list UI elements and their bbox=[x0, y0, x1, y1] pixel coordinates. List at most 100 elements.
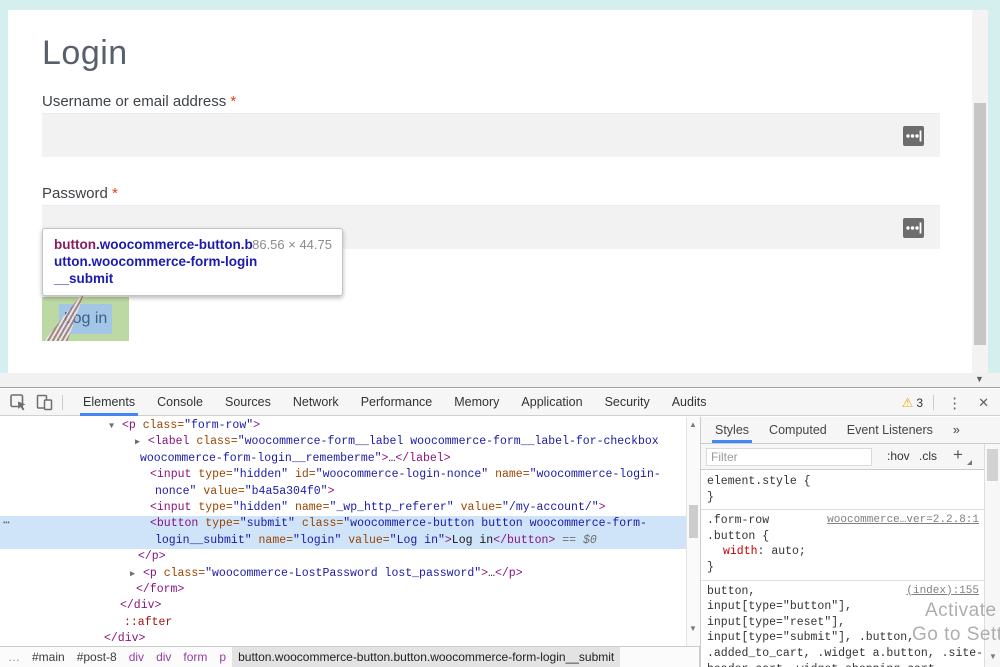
scrollbar-thumb[interactable] bbox=[974, 103, 986, 345]
css-selector-line[interactable]: input[type="button"], bbox=[707, 599, 981, 615]
device-toolbar-icon[interactable] bbox=[35, 393, 54, 412]
breadcrumb-item[interactable]: … bbox=[0, 647, 26, 667]
page-vertical-scrollbar[interactable] bbox=[972, 10, 988, 373]
devtools-tab-memory[interactable]: Memory bbox=[443, 389, 510, 416]
css-selector-line[interactable]: } bbox=[707, 560, 981, 576]
required-asterisk: * bbox=[230, 93, 236, 110]
autofill-icon[interactable] bbox=[903, 126, 924, 146]
breadcrumb-item[interactable]: #post-8 bbox=[71, 647, 123, 667]
tooltip-selector: button.woocommerce-button.button.woocomm… bbox=[54, 236, 260, 287]
sidebar-tab-event-listeners[interactable]: Event Listeners bbox=[837, 417, 943, 443]
code-segment: "woocommerce-login-nonce" bbox=[316, 468, 489, 481]
code-segment: > bbox=[328, 485, 335, 498]
code-segment: type= bbox=[198, 517, 239, 530]
code-segment: == $0 bbox=[555, 534, 596, 547]
elements-tree: ▼<p class="form-row">▶<label class="wooc… bbox=[0, 418, 686, 646]
devtools-tab-security[interactable]: Security bbox=[594, 389, 661, 416]
scrollbar-thumb[interactable] bbox=[689, 505, 698, 538]
styles-sidebar: StylesComputedEvent Listeners» :hov .cls… bbox=[700, 417, 1000, 667]
dom-tree-row[interactable]: login__submit" name="login" value="Log i… bbox=[0, 533, 686, 549]
scrollbar-down-icon[interactable]: ▼ bbox=[975, 374, 984, 384]
code-segment: "submit" bbox=[240, 517, 295, 530]
devtools-tab-elements[interactable]: Elements bbox=[72, 389, 146, 416]
dom-tree-row[interactable]: </form> bbox=[0, 582, 686, 598]
css-selector-line[interactable]: .form-rowwoocommerce…ver=2.2.8:1 bbox=[707, 513, 981, 529]
css-selector-line[interactable]: input[type="reset"], bbox=[707, 615, 981, 631]
css-selector-line[interactable]: header-cart .widget_shopping_cart bbox=[707, 662, 981, 667]
css-selector-line[interactable]: element.style { bbox=[707, 474, 981, 490]
inspect-element-icon[interactable] bbox=[9, 393, 28, 412]
devtools-menu-icon[interactable]: ⋮ bbox=[944, 394, 965, 412]
warning-indicator[interactable]: ⚠ 3 bbox=[902, 395, 923, 411]
dom-tree-row[interactable]: </div> bbox=[0, 631, 686, 646]
css-selector-line[interactable]: button,(index):155 bbox=[707, 584, 981, 600]
dom-tree-row[interactable]: woocommerce-form-login__rememberme">…</l… bbox=[0, 451, 686, 467]
code-segment: value= bbox=[196, 485, 244, 498]
disclosure-arrow-icon[interactable]: ▶ bbox=[135, 434, 140, 450]
scroll-down-icon[interactable]: ▼ bbox=[989, 652, 997, 661]
devtools-tab-application[interactable]: Application bbox=[510, 389, 593, 416]
code-segment: class= bbox=[189, 435, 237, 448]
breadcrumb-item[interactable]: div bbox=[150, 647, 177, 667]
css-selector-line[interactable]: input[type="submit"], .button, bbox=[707, 630, 981, 646]
devtools-toolbar: ElementsConsoleSourcesNetworkPerformance… bbox=[0, 389, 1000, 416]
required-asterisk: * bbox=[112, 185, 118, 202]
devtools-tab-network[interactable]: Network bbox=[282, 389, 350, 416]
devtools-tab-sources[interactable]: Sources bbox=[214, 389, 282, 416]
scroll-up-icon[interactable]: ▲ bbox=[689, 420, 697, 429]
css-selector-line[interactable]: } bbox=[707, 490, 981, 506]
code-segment: id= bbox=[288, 468, 316, 481]
devtools-close-icon[interactable]: ✕ bbox=[975, 395, 992, 411]
devtools-tab-audits[interactable]: Audits bbox=[661, 389, 718, 416]
css-selector-line[interactable]: .button { bbox=[707, 529, 981, 545]
dom-tree-row[interactable]: <input type="hidden" name="_wp_http_refe… bbox=[0, 500, 686, 516]
rule-source-link[interactable]: woocommerce…ver=2.2.8:1 bbox=[827, 513, 979, 529]
css-selector-line[interactable]: .added_to_cart, .widget a.button, .site- bbox=[707, 646, 981, 662]
breadcrumb-item[interactable]: #main bbox=[26, 647, 71, 667]
scrollbar-thumb[interactable] bbox=[987, 449, 998, 481]
breadcrumb-item[interactable]: button.woocommerce-button.button.woocomm… bbox=[232, 647, 620, 667]
rule-source-link[interactable]: (index):155 bbox=[906, 584, 979, 600]
dom-tree-row[interactable]: </div> bbox=[0, 598, 686, 614]
page-background-frame bbox=[0, 0, 1000, 10]
login-page-content: Login Username or email address * Passwo… bbox=[8, 10, 972, 373]
sidebar-overflow-icon[interactable]: » bbox=[943, 417, 970, 443]
sidebar-tab-computed[interactable]: Computed bbox=[759, 417, 837, 443]
breadcrumb-item[interactable]: p bbox=[213, 647, 232, 667]
disclosure-arrow-icon[interactable]: ▶ bbox=[130, 566, 135, 582]
devtools-tab-performance[interactable]: Performance bbox=[350, 389, 444, 416]
css-property[interactable]: width: auto; bbox=[707, 544, 981, 560]
code-segment: "woocommerce-button button woocommerce-f… bbox=[343, 517, 647, 530]
disclosure-arrow-icon[interactable]: ▼ bbox=[109, 418, 114, 434]
dom-tree-row[interactable]: ▼<p class="form-row"> bbox=[0, 418, 686, 434]
styles-scrollbar[interactable]: ▼ bbox=[984, 444, 1000, 667]
devtools-tab-console[interactable]: Console bbox=[146, 389, 214, 416]
dom-tree-row[interactable]: </p> bbox=[0, 549, 686, 565]
dom-tree-row[interactable]: nonce" value="b4a5a304f0"> bbox=[0, 484, 686, 500]
dom-tree-row[interactable]: ▶<label class="woocommerce-form__label w… bbox=[0, 434, 686, 450]
breadcrumb-item[interactable]: form bbox=[177, 647, 213, 667]
code-segment: <p bbox=[143, 567, 157, 580]
code-segment: > bbox=[599, 501, 606, 514]
pseudo-state-toggle[interactable]: :hov bbox=[887, 449, 910, 463]
elements-scrollbar[interactable]: ▲ ▼ bbox=[686, 417, 700, 646]
dom-tree-row[interactable]: ::after bbox=[0, 615, 686, 631]
code-segment: "Log in" bbox=[390, 534, 445, 547]
autofill-icon[interactable] bbox=[903, 218, 924, 238]
code-segment: "form-row" bbox=[184, 419, 253, 432]
class-toggle[interactable]: .cls bbox=[919, 449, 937, 463]
breadcrumb-item[interactable]: div bbox=[123, 647, 150, 667]
dom-tree-row[interactable]: <input type="hidden" id="woocommerce-log… bbox=[0, 467, 686, 483]
filter-input[interactable] bbox=[706, 448, 872, 466]
css-property-name[interactable]: width bbox=[723, 545, 758, 558]
new-style-rule-button[interactable]: + bbox=[953, 445, 963, 465]
sidebar-tab-styles[interactable]: Styles bbox=[705, 417, 759, 443]
dom-tree-row[interactable]: ⋯<button type="submit" class="woocommerc… bbox=[0, 516, 686, 532]
scroll-down-icon[interactable]: ▼ bbox=[689, 624, 697, 633]
dom-tree-row[interactable]: ▶<p class="woocommerce-LostPassword lost… bbox=[0, 566, 686, 582]
code-segment: class= bbox=[157, 567, 205, 580]
code-segment: type= bbox=[191, 501, 232, 514]
code-segment: </div> bbox=[104, 632, 145, 645]
page-horizontal-scrollbar[interactable] bbox=[0, 373, 1000, 388]
username-input[interactable] bbox=[42, 113, 940, 157]
